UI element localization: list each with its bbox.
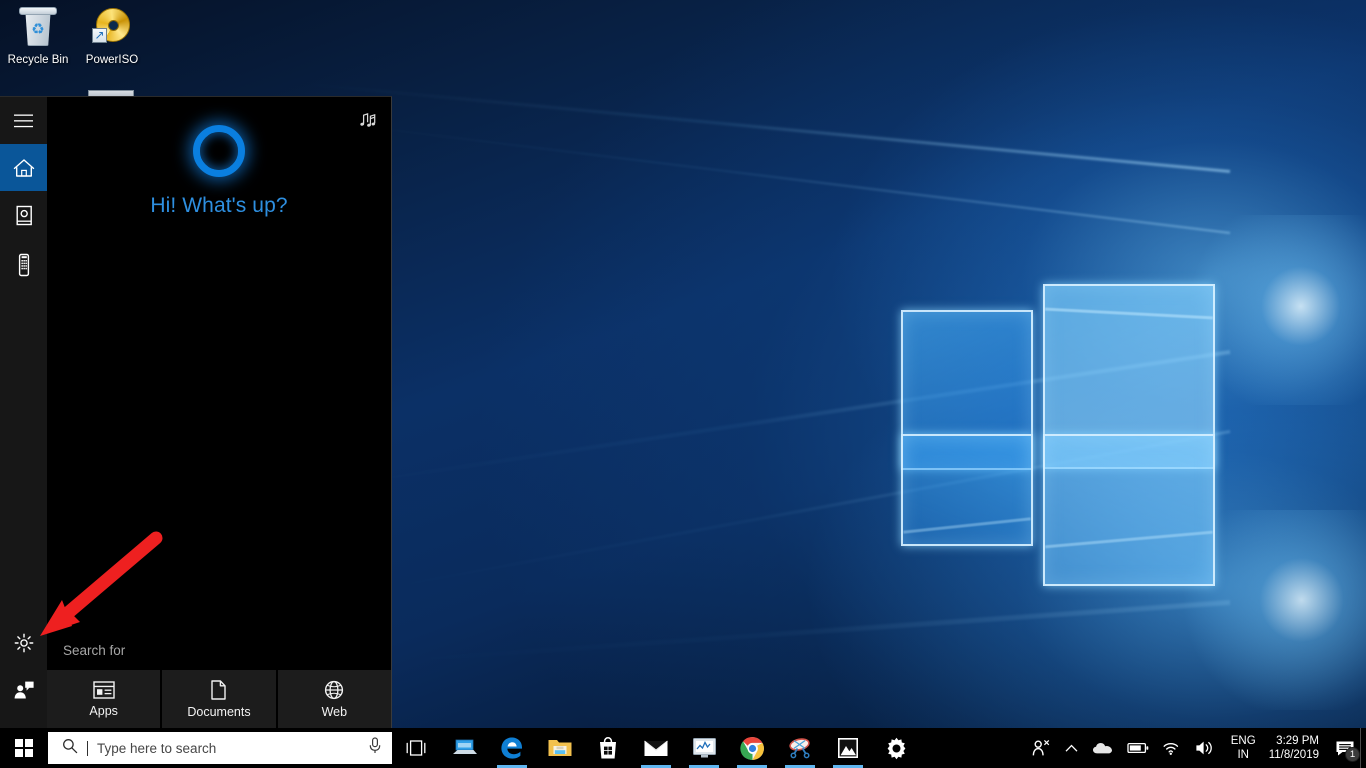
speaker-icon — [1196, 741, 1212, 755]
taskbar-app-file-explorer[interactable] — [536, 728, 584, 768]
hamburger-icon — [14, 114, 33, 127]
taskbar-app-mail[interactable] — [632, 728, 680, 768]
taskbar-app-microsoft-edge[interactable] — [488, 728, 536, 768]
music-note-icon — [360, 113, 376, 127]
taskbar-app-task-manager[interactable] — [680, 728, 728, 768]
search-icon — [62, 738, 78, 759]
tray-volume[interactable] — [1188, 728, 1222, 768]
hero-pane-bottom-left — [901, 434, 1033, 546]
notebook-icon — [16, 205, 32, 225]
sidebar-item-devices[interactable] — [0, 241, 47, 288]
folder-icon — [548, 740, 572, 756]
cortana-rail-hamburger[interactable] — [0, 97, 47, 144]
taskbar-app-snipping-tool[interactable] — [776, 728, 824, 768]
globe-icon — [325, 680, 344, 700]
taskbar-app-icons — [392, 728, 920, 768]
cortana-settings-button[interactable] — [0, 619, 47, 666]
cortana-search-panel: Hi! What's up? Search for Apps Documents… — [0, 96, 392, 729]
taskbar-app-settings[interactable] — [872, 728, 920, 768]
poweriso-disc-icon: ↗ — [88, 4, 136, 50]
search-for-label: Search for — [47, 632, 391, 669]
tray-battery[interactable] — [1120, 728, 1156, 768]
chevron-up-icon — [1065, 744, 1078, 752]
remote-desktop-icon — [453, 739, 477, 754]
taskbar-app-photos[interactable] — [824, 728, 872, 768]
wifi-icon — [1163, 742, 1178, 755]
cortana-results-area — [47, 218, 391, 632]
microphone-icon[interactable] — [368, 737, 382, 759]
feedback-person-icon — [14, 681, 34, 698]
wallpaper-light-ray — [361, 600, 1231, 666]
document-page-icon — [211, 680, 227, 700]
cortana-feedback-button[interactable] — [0, 666, 47, 713]
search-for-text: Search for — [63, 643, 126, 658]
wallpaper-light-ray — [306, 118, 1231, 234]
windows-hero-logo — [895, 262, 1225, 592]
gear-icon — [14, 633, 33, 652]
search-placeholder: Type here to search — [97, 740, 217, 756]
monitor-chart-icon — [692, 738, 716, 758]
taskbar-app-microsoft-store[interactable] — [584, 728, 632, 768]
show-desktop-button[interactable] — [1360, 728, 1366, 768]
task-view-icon — [406, 740, 426, 756]
desktop-screen: ♻ Recycle Bin ↗ PowerISO Hi! What's up? … — [0, 0, 1366, 768]
snipping-tool-icon — [789, 738, 810, 759]
action-center-button[interactable]: 1 — [1330, 728, 1360, 768]
taskbar-app-task-view[interactable] — [392, 728, 440, 768]
battery-icon — [1127, 742, 1149, 754]
tray-show-hidden-icons[interactable] — [1058, 728, 1085, 768]
system-tray: ENG IN 3:29 PM 11/8/2019 1 — [1024, 728, 1366, 768]
cortana-rail — [0, 97, 47, 729]
desktop-icon-recycle-bin[interactable]: ♻ Recycle Bin — [0, 4, 76, 67]
onedrive-cloud-icon — [1092, 743, 1112, 754]
tab-web[interactable]: Web — [277, 670, 391, 729]
taskbar-app-google-chrome[interactable] — [728, 728, 776, 768]
start-button[interactable] — [0, 728, 48, 768]
tab-documents[interactable]: Documents — [162, 670, 278, 729]
sidebar-item-notebook[interactable] — [0, 192, 47, 239]
device-icon — [18, 253, 29, 276]
recycle-bin-icon: ♻ — [14, 4, 62, 50]
cortana-circle-icon[interactable] — [193, 125, 245, 177]
clock-date: 11/8/2019 — [1268, 749, 1319, 761]
tray-people-button[interactable] — [1024, 728, 1058, 768]
wallpaper-light-ray — [303, 82, 1231, 173]
tray-network[interactable] — [1156, 728, 1188, 768]
desktop-icon-label: Recycle Bin — [7, 54, 69, 66]
cortana-panel-body: Hi! What's up? Search for Apps Documents… — [47, 97, 391, 729]
tray-language-indicator[interactable]: ENG IN — [1222, 728, 1265, 768]
cortana-header: Hi! What's up? — [47, 97, 391, 218]
chrome-icon — [739, 736, 764, 760]
notification-badge: 1 — [1345, 747, 1360, 762]
apps-window-icon — [92, 681, 115, 699]
taskbar-search-input[interactable]: Type here to search — [48, 732, 392, 764]
hero-pane-bottom-right — [1043, 434, 1215, 586]
cortana-music-button[interactable] — [358, 111, 379, 137]
tray-language-line1: ENG — [1230, 735, 1256, 747]
tray-language-line2: IN — [1237, 749, 1249, 761]
windows-logo-icon — [15, 739, 33, 757]
photos-icon — [838, 738, 858, 758]
tray-clock[interactable]: 3:29 PM 11/8/2019 — [1265, 728, 1330, 768]
gear-icon — [887, 737, 905, 759]
people-icon — [1032, 739, 1049, 756]
taskbar: Type here to search ENG IN 3:29 PM 11/8/… — [0, 728, 1366, 768]
cortana-greeting: Hi! What's up? — [150, 194, 288, 217]
store-bag-icon — [600, 737, 616, 759]
tab-apps[interactable]: Apps — [47, 670, 163, 729]
home-icon — [13, 158, 34, 177]
tray-onedrive[interactable] — [1085, 728, 1120, 768]
tab-label: Apps — [89, 704, 118, 718]
tab-label: Documents — [187, 705, 251, 719]
tab-label: Web — [321, 705, 348, 719]
desktop-icon-poweriso[interactable]: ↗ PowerISO — [74, 4, 150, 67]
desktop-icon-label: PowerISO — [85, 54, 139, 66]
search-filter-tabs: Apps Documents Web — [47, 669, 391, 729]
edge-icon — [501, 737, 522, 759]
mail-envelope-icon — [644, 740, 668, 756]
taskbar-app-remote-desktop[interactable] — [440, 728, 488, 768]
text-caret — [87, 740, 88, 756]
sidebar-item-home[interactable] — [0, 144, 47, 191]
clock-time: 3:29 PM — [1276, 735, 1319, 747]
